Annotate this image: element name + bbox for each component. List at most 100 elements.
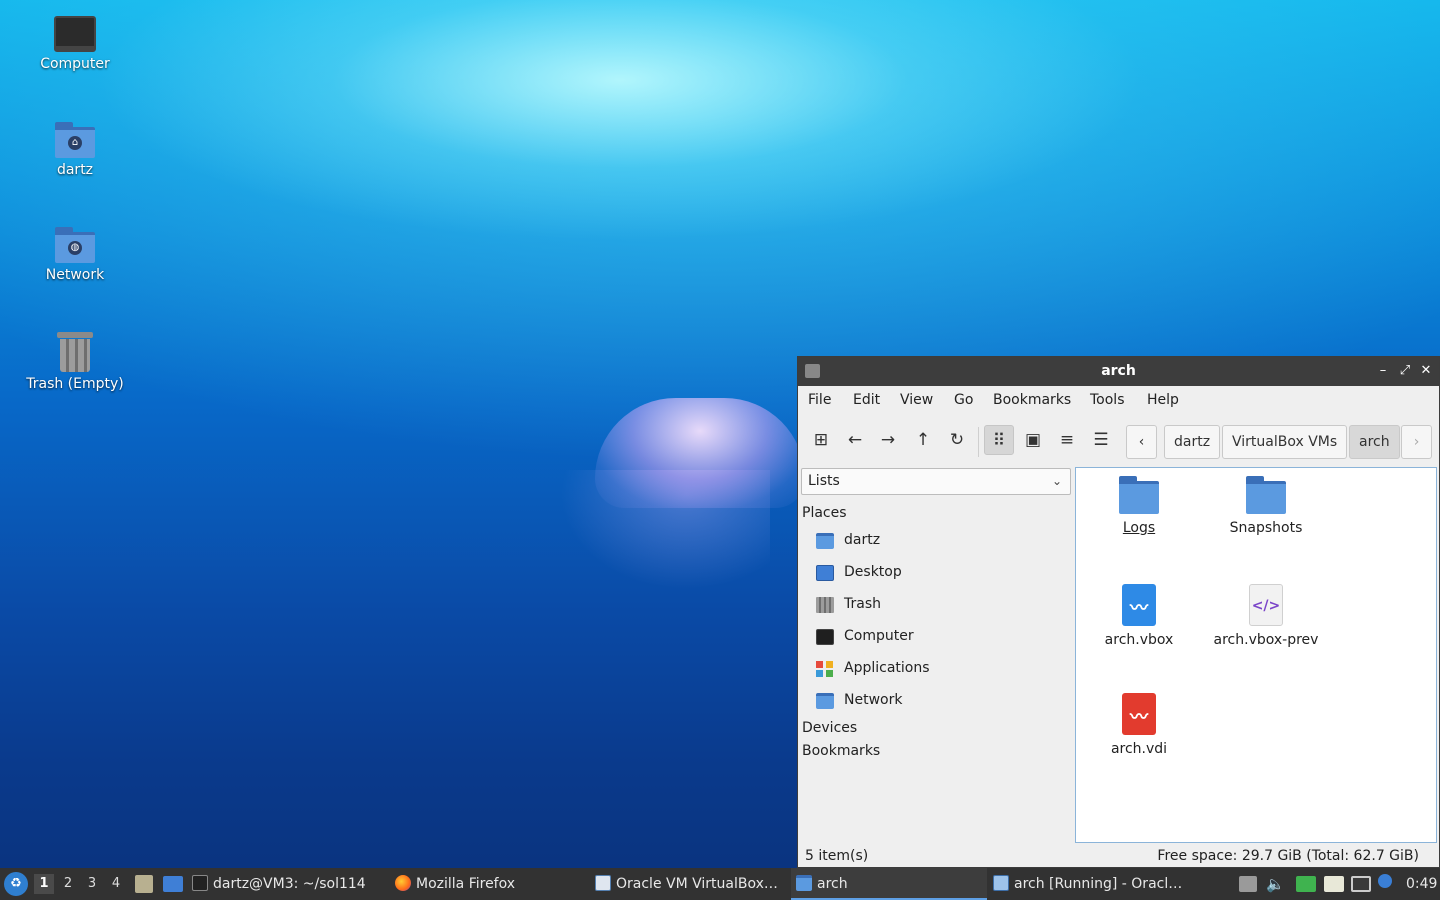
sidebar-item-applications[interactable]: Applications [816, 658, 1066, 682]
desktop-icon-network[interactable]: ◍ Network [20, 227, 130, 283]
task-label: Mozilla Firefox [416, 876, 516, 892]
workspace-4[interactable]: 4 [106, 874, 126, 894]
terminal-icon [192, 875, 208, 891]
thumbnail-view-icon[interactable]: ▣ [1018, 425, 1048, 455]
network-folder-icon [816, 693, 834, 709]
clock[interactable]: 0:49 [1406, 868, 1437, 900]
desktop-icon-trash[interactable]: Trash (Empty) [20, 330, 130, 392]
virtualbox-icon [595, 875, 611, 891]
task-label: arch [Running] - Oracl… [1014, 876, 1183, 892]
task-file-manager[interactable]: arch [791, 868, 987, 900]
sidebar: Lists ⌄ Places dartz Desktop Trash Compu… [799, 467, 1072, 845]
sidebar-item-dartz[interactable]: dartz [816, 530, 1066, 554]
back-icon[interactable]: ← [840, 425, 870, 455]
desktop-icon-computer[interactable]: Computer [20, 16, 130, 72]
menu-go[interactable]: Go [954, 392, 973, 408]
home-folder-icon [816, 533, 834, 549]
workspace-1[interactable]: 1 [34, 874, 54, 894]
file-manager-launcher-icon[interactable] [135, 875, 153, 893]
desktop-icon-label: Computer [40, 56, 110, 72]
menu-tools[interactable]: Tools [1090, 392, 1125, 408]
volume-icon[interactable]: 🔈 [1266, 868, 1285, 900]
start-menu-icon[interactable]: ♻ [4, 872, 28, 896]
file-view[interactable]: Logs Snapshots 〰 arch.vbox </> arch.vbox… [1075, 467, 1437, 843]
new-tab-icon[interactable]: ⊞ [806, 425, 836, 455]
breadcrumb-scroll-left[interactable]: ‹ [1126, 425, 1157, 459]
sidebar-item-label: Computer [844, 628, 914, 644]
task-label: Oracle VM VirtualBox… [616, 876, 778, 892]
file-item-snapshots[interactable]: Snapshots [1206, 476, 1326, 536]
up-icon[interactable]: ↑ [908, 425, 938, 455]
window-title: arch [1101, 363, 1136, 379]
menu-view[interactable]: View [900, 392, 933, 408]
network-folder-icon: ◍ [55, 227, 95, 263]
breadcrumb-scroll-right[interactable]: › [1401, 425, 1432, 459]
status-bar: 5 item(s) Free space: 29.7 GiB (Total: 6… [798, 845, 1439, 867]
folder-icon [796, 875, 812, 891]
file-item-arch-vdi[interactable]: 〰 arch.vdi [1079, 693, 1199, 757]
desktop-icon-home[interactable]: ⌂ dartz [20, 122, 130, 178]
menu-bar: File Edit View Go Bookmarks Tools Help [798, 386, 1439, 415]
breadcrumb-item[interactable]: dartz [1164, 425, 1221, 459]
menu-help[interactable]: Help [1147, 392, 1179, 408]
detailed-list-view-icon[interactable]: ☰ [1086, 425, 1116, 455]
window-titlebar[interactable]: arch – ⤢ ✕ [798, 357, 1439, 386]
sidebar-item-desktop[interactable]: Desktop [816, 562, 1066, 586]
icon-view-icon[interactable]: ⠿ [984, 425, 1014, 455]
sidebar-mode-select[interactable]: Lists ⌄ [801, 468, 1071, 495]
workspace-3[interactable]: 3 [82, 874, 102, 894]
reload-icon[interactable]: ↻ [942, 425, 972, 455]
sidebar-mode-value: Lists [808, 473, 840, 489]
update-notifier-icon[interactable] [1239, 876, 1257, 892]
desktop-icon-label: Trash (Empty) [26, 376, 124, 392]
sidebar-item-network[interactable]: Network [816, 690, 1066, 714]
menu-edit[interactable]: Edit [853, 392, 880, 408]
file-name: arch.vdi [1110, 741, 1168, 757]
file-name: arch.vbox [1104, 632, 1174, 648]
desktop-icon [816, 565, 834, 581]
clipboard-icon[interactable] [1324, 876, 1344, 892]
show-desktop-icon[interactable] [163, 876, 183, 892]
vm-running-icon [993, 875, 1009, 891]
home-folder-icon: ⌂ [55, 122, 95, 158]
breadcrumb-item[interactable]: VirtualBox VMs [1222, 425, 1348, 459]
workspace-2[interactable]: 2 [58, 874, 78, 894]
monitor-icon [816, 629, 834, 645]
minimize-button[interactable]: – [1375, 362, 1391, 380]
file-item-arch-vbox-prev[interactable]: </> arch.vbox-prev [1206, 584, 1326, 648]
compact-view-icon[interactable]: ≡ [1052, 425, 1082, 455]
xml-file-icon: </> [1249, 584, 1283, 626]
maximize-button[interactable]: ⤢ [1397, 362, 1413, 380]
close-button[interactable]: ✕ [1418, 362, 1434, 380]
free-space: Free space: 29.7 GiB (Total: 62.7 GiB) [1157, 848, 1419, 864]
network-monitor-icon[interactable] [1351, 876, 1371, 892]
desktop-icon-label: Network [45, 267, 105, 283]
task-vm-running[interactable]: arch [Running] - Oracl… [993, 868, 1189, 900]
app-indicator-icon[interactable] [1296, 876, 1316, 892]
applications-icon [816, 661, 834, 677]
devices-header[interactable]: Devices [802, 720, 857, 736]
notification-icon[interactable] [1378, 874, 1392, 888]
menu-bookmarks[interactable]: Bookmarks [993, 392, 1071, 408]
menu-file[interactable]: File [808, 392, 831, 408]
file-name: Logs [1122, 520, 1156, 536]
task-label: arch [817, 876, 848, 892]
file-item-arch-vbox[interactable]: 〰 arch.vbox [1079, 584, 1199, 648]
task-terminal[interactable]: dartz@VM3: ~/sol114 [192, 868, 388, 900]
sidebar-item-computer[interactable]: Computer [816, 626, 1066, 650]
sidebar-item-label: Network [844, 692, 903, 708]
trash-icon [816, 597, 834, 613]
bookmarks-header[interactable]: Bookmarks [802, 743, 880, 759]
task-firefox[interactable]: Mozilla Firefox [395, 868, 587, 900]
firefox-icon [395, 875, 411, 891]
forward-icon[interactable]: → [873, 425, 903, 455]
chevron-down-icon: ⌄ [1051, 474, 1062, 488]
breadcrumb-current[interactable]: arch [1349, 425, 1400, 459]
sidebar-item-trash[interactable]: Trash [816, 594, 1066, 618]
places-header[interactable]: Places [802, 505, 847, 521]
file-item-logs[interactable]: Logs [1079, 476, 1199, 536]
sidebar-item-label: Applications [844, 660, 930, 676]
task-virtualbox[interactable]: Oracle VM VirtualBox… [595, 868, 787, 900]
file-name: arch.vbox-prev [1213, 632, 1319, 648]
vbox-file-icon: 〰 [1122, 584, 1156, 626]
